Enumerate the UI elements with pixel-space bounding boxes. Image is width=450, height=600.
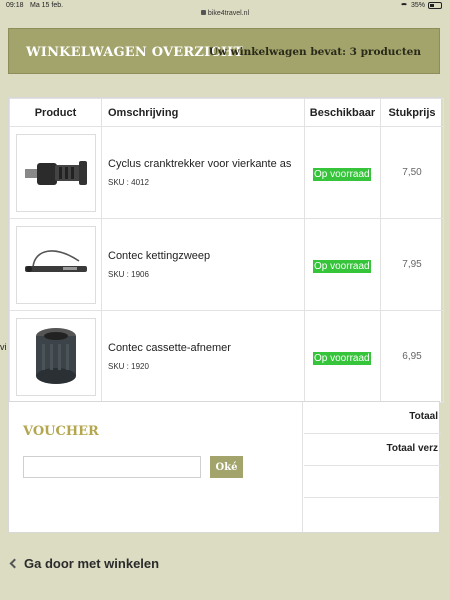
table-row: Contec cassette-afnemer SKU : 1920 Op vo…: [9, 310, 444, 403]
availability-cell: Op voorraad: [304, 218, 381, 311]
product-sku: SKU : 1906: [108, 270, 149, 279]
cart-count: Uw winkelwagen bevat: 3 producten: [208, 46, 421, 58]
stray-text: vi: [0, 342, 7, 352]
product-thumbnail[interactable]: [15, 317, 96, 396]
voucher-input[interactable]: [23, 456, 201, 478]
description-cell: Contec cassette-afnemer SKU : 1920: [101, 310, 305, 403]
status-bar: 09:18 Ma 15 feb. bike4travel.nl 35%: [0, 0, 450, 17]
status-right: 35%: [399, 2, 442, 9]
total-label: Totaal: [304, 402, 441, 434]
unit-price: 6,95: [402, 351, 422, 362]
product-thumbnail[interactable]: [15, 133, 96, 212]
battery-fill: [430, 4, 434, 7]
url-text: bike4travel.nl: [207, 10, 250, 17]
table-header-row: Product Omschrijving Beschikbaar Stukpri…: [9, 98, 444, 127]
column-header-availability: Beschikbaar: [304, 98, 381, 127]
wifi-icon: [399, 2, 408, 9]
column-header-price: Stukprijs: [380, 98, 444, 127]
cart-table: Product Omschrijving Beschikbaar Stukpri…: [8, 97, 444, 404]
status-date: Ma 15 feb.: [30, 2, 64, 9]
shipping-total-label: Totaal verz: [304, 434, 441, 466]
product-name-link[interactable]: Contec kettingzweep: [108, 250, 304, 262]
chevron-left-icon: [9, 558, 20, 569]
product-name-link[interactable]: Contec cassette-afnemer: [108, 342, 304, 354]
totals-empty-row: [304, 498, 441, 532]
availability-cell: Op voorraad: [304, 126, 381, 219]
battery-icon: [428, 2, 442, 9]
product-image-cell: [9, 310, 102, 403]
status-time: 09:18: [6, 2, 24, 9]
cassette-remover-tool-image: [35, 327, 76, 384]
continue-shopping-link[interactable]: Ga door met winkelen: [8, 556, 159, 571]
battery-percent: 35%: [410, 2, 425, 9]
description-cell: Contec kettingzweep SKU : 1906: [101, 218, 305, 311]
column-header-description: Omschrijving: [101, 98, 305, 127]
table-row: Cyclus cranktrekker voor vierkante as SK…: [9, 126, 444, 219]
totals-empty-row: [304, 466, 441, 498]
table-row: Contec kettingzweep SKU : 1906 Op voorra…: [9, 218, 444, 311]
voucher-title: VOUCHER: [23, 424, 99, 439]
cart-header: WINKELWAGEN OVERZICHT Uw winkelwagen bev…: [8, 28, 440, 74]
product-sku: SKU : 1920: [108, 362, 149, 371]
price-cell: 7,95: [380, 218, 444, 311]
availability-cell: Op voorraad: [304, 310, 381, 403]
continue-shopping-label: Ga door met winkelen: [24, 556, 160, 571]
product-image-cell: [9, 218, 102, 311]
voucher-submit-button[interactable]: Oké: [210, 456, 243, 478]
product-thumbnail[interactable]: [15, 225, 96, 304]
unit-price: 7,95: [402, 259, 422, 270]
stock-badge: Op voorraad: [313, 167, 371, 181]
stock-badge: Op voorraad: [313, 259, 371, 273]
price-cell: 7,50: [380, 126, 444, 219]
product-name-link[interactable]: Cyclus cranktrekker voor vierkante as: [108, 158, 304, 170]
totals-section: Totaal Totaal verz: [304, 402, 441, 532]
crank-puller-tool-image: [24, 160, 87, 185]
cart-summary: VOUCHER Oké Totaal Totaal verz: [8, 401, 441, 533]
unit-price: 7,50: [402, 167, 422, 178]
address-bar[interactable]: bike4travel.nl: [0, 10, 450, 17]
lock-icon: [200, 10, 206, 15]
chain-whip-tool-image: [24, 249, 87, 272]
product-sku: SKU : 4012: [108, 178, 149, 187]
column-header-product: Product: [9, 98, 102, 127]
description-cell: Cyclus cranktrekker voor vierkante as SK…: [101, 126, 305, 219]
stock-badge: Op voorraad: [313, 351, 371, 365]
product-image-cell: [9, 126, 102, 219]
voucher-section: VOUCHER Oké: [9, 402, 303, 532]
price-cell: 6,95: [380, 310, 444, 403]
